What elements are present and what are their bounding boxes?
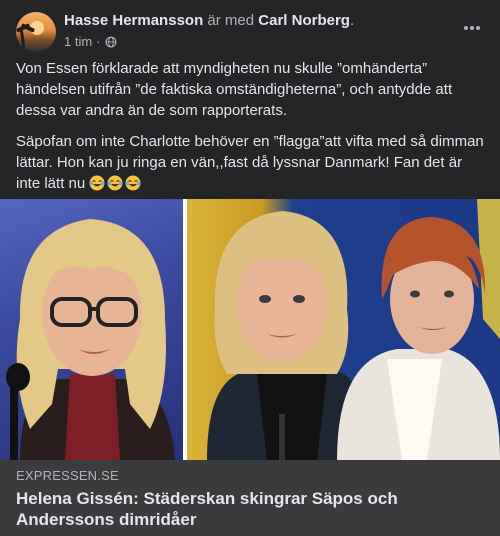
link-title[interactable]: Helena Gissén: Städerskan skingrar Säpos… bbox=[16, 488, 486, 530]
tears-of-joy-emoji-icon bbox=[107, 175, 123, 191]
link-preview-meta[interactable]: EXPRESSEN.SE Helena Gissén: Städerskan s… bbox=[0, 460, 500, 536]
tears-of-joy-emoji-icon bbox=[125, 175, 141, 191]
author-avatar[interactable] bbox=[16, 12, 56, 52]
tagged-name[interactable]: Carl Norberg bbox=[258, 12, 350, 29]
more-horizontal-icon bbox=[464, 26, 480, 30]
post-meta: 1 tim · bbox=[64, 34, 117, 49]
author-name[interactable]: Hasse Hermansson bbox=[64, 12, 203, 29]
author-line: Hasse Hermansson är med Carl Norberg. bbox=[64, 12, 354, 29]
link-preview-image[interactable] bbox=[0, 199, 500, 460]
name-period: . bbox=[349, 12, 355, 29]
portrait-illustration bbox=[207, 199, 500, 460]
portrait-illustration bbox=[6, 219, 175, 460]
post-text: Von Essen förklarade att myndigheten nu … bbox=[16, 58, 486, 204]
post-time[interactable]: 1 tim bbox=[64, 34, 92, 49]
facebook-post: Hasse Hermansson är med Carl Norberg. 1 … bbox=[0, 0, 500, 536]
post-paragraph-2-text: Säpofan om inte Charlotte behöver en ”fl… bbox=[16, 133, 484, 192]
post-paragraph-1: Von Essen förklarade att myndigheten nu … bbox=[16, 60, 453, 119]
photo-left-person bbox=[0, 199, 183, 460]
tears-of-joy-emoji-icon bbox=[89, 175, 105, 191]
link-domain: EXPRESSEN.SE bbox=[16, 468, 119, 483]
meta-separator: · bbox=[96, 34, 101, 49]
with-text: är med bbox=[207, 12, 255, 29]
post-paragraph-2: Säpofan om inte Charlotte behöver en ”fl… bbox=[16, 131, 486, 194]
photo-right-persons bbox=[187, 199, 500, 460]
globe-icon[interactable] bbox=[105, 36, 117, 48]
post-header: Hasse Hermansson är med Carl Norberg. 1 … bbox=[0, 0, 500, 56]
more-options-button[interactable] bbox=[458, 14, 486, 42]
